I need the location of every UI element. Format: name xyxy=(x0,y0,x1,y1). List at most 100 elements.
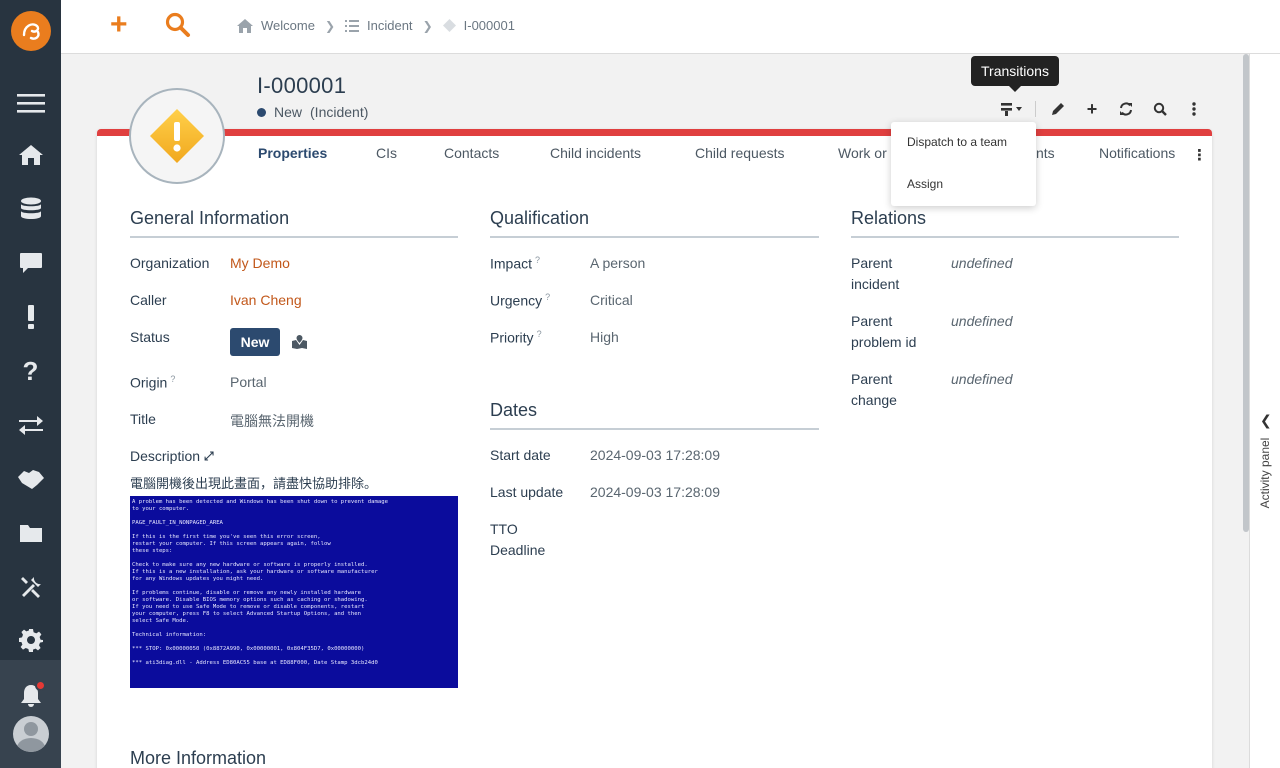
top-bar: + Welcome ❯ Incident ❯ I-000001 xyxy=(61,0,1280,54)
search-button[interactable] xyxy=(1143,98,1177,120)
diamond-icon xyxy=(442,19,456,32)
section-title-relations: Relations xyxy=(851,208,927,228)
section-divider xyxy=(490,236,819,238)
help-icon[interactable]: ? xyxy=(545,292,550,302)
section-divider xyxy=(851,236,1179,238)
tab-notifications[interactable]: Notifications xyxy=(1099,145,1175,161)
search-icon[interactable] xyxy=(165,12,191,43)
alert-icon[interactable] xyxy=(0,297,61,337)
description-text: 電腦開機後出現此畫面，請盡快協助排除。 xyxy=(130,476,378,491)
tab-cis[interactable]: CIs xyxy=(376,145,397,161)
bsod-text: A problem has been detected and Windows … xyxy=(132,499,388,666)
new-object-button[interactable]: + xyxy=(110,10,128,40)
expand-icon[interactable]: ⤢ xyxy=(204,449,214,464)
section-title-qualification: Qualification xyxy=(490,208,590,228)
object-actions: + xyxy=(996,98,1211,120)
tools-icon[interactable] xyxy=(0,567,61,607)
urgency-value: Critical xyxy=(590,292,633,308)
logo-icon[interactable] xyxy=(11,11,51,51)
left-navigation: ? xyxy=(0,0,61,768)
add-button[interactable]: + xyxy=(1075,98,1109,120)
breadcrumb-label: Incident xyxy=(367,18,413,33)
activity-panel-label: Activity panel xyxy=(1258,437,1272,509)
kebab-icon xyxy=(1192,102,1196,116)
notification-dot xyxy=(35,680,46,691)
impact-label: Impact? xyxy=(490,255,541,272)
transfer-icon[interactable] xyxy=(0,405,61,445)
gear-icon[interactable] xyxy=(0,620,61,660)
start-date-value: 2024-09-03 17:28:09 xyxy=(590,447,720,463)
origin-value: Portal xyxy=(230,374,267,390)
transitions-tooltip: Transitions xyxy=(971,56,1059,92)
parent-change-label: Parent change xyxy=(851,371,897,408)
refresh-button[interactable] xyxy=(1109,98,1143,120)
priority-badge xyxy=(129,88,225,184)
edit-button[interactable] xyxy=(1041,98,1075,120)
section-title-dates: Dates xyxy=(490,400,538,420)
caller-link[interactable]: Ivan Cheng xyxy=(230,292,302,308)
organization-label: Organization xyxy=(130,255,210,271)
pencil-icon xyxy=(1052,103,1064,115)
transitions-button[interactable] xyxy=(996,98,1030,120)
breadcrumb-item-current[interactable]: I-000001 xyxy=(442,18,515,33)
warning-icon xyxy=(150,109,204,163)
user-avatar[interactable] xyxy=(13,716,49,752)
status-badge: New xyxy=(230,328,280,356)
priority-label: Priority? xyxy=(490,329,542,346)
menu-item-dispatch[interactable]: Dispatch to a team xyxy=(907,135,1007,149)
home-icon xyxy=(237,18,253,33)
database-icon[interactable] xyxy=(0,189,61,229)
priority-value: High xyxy=(590,329,619,345)
refresh-icon xyxy=(1120,102,1132,116)
home-icon[interactable] xyxy=(0,135,61,175)
more-actions-button[interactable] xyxy=(1177,98,1211,120)
tab-work-orders[interactable]: Work or xyxy=(838,145,887,161)
tab-attachments[interactable]: nts xyxy=(1036,145,1055,161)
menu-icon[interactable] xyxy=(0,83,61,123)
parent-incident-label: Parent incident xyxy=(851,255,900,292)
description-image: A problem has been detected and Windows … xyxy=(130,496,458,688)
tabs-more-icon[interactable]: ⋮ xyxy=(1192,146,1207,164)
chat-icon[interactable] xyxy=(0,243,61,283)
breadcrumb: Welcome ❯ Incident ❯ I-000001 xyxy=(237,18,515,33)
handshake-icon[interactable] xyxy=(0,459,61,499)
tab-properties[interactable]: Properties xyxy=(258,145,327,161)
help-icon[interactable]: ? xyxy=(170,374,175,384)
status-field-label: Status xyxy=(130,329,170,345)
lifecycle-map-icon[interactable] xyxy=(292,335,307,354)
tab-child-incidents[interactable]: Child incidents xyxy=(550,145,641,161)
tto-deadline-label: TTO Deadline xyxy=(490,521,546,558)
help-icon[interactable]: ? xyxy=(0,351,61,391)
help-icon[interactable]: ? xyxy=(537,329,542,339)
impact-value: A person xyxy=(590,255,646,271)
chevron-left-icon[interactable]: ❮ xyxy=(1260,412,1272,429)
breadcrumb-item-welcome[interactable]: Welcome xyxy=(237,18,315,33)
chevron-right-icon: ❯ xyxy=(422,18,433,33)
section-title-general: General Information xyxy=(130,208,290,228)
chevron-right-icon: ❯ xyxy=(324,18,336,33)
breadcrumb-item-incident[interactable]: Incident xyxy=(345,18,413,33)
tab-contacts[interactable]: Contacts xyxy=(444,145,499,161)
help-icon[interactable]: ? xyxy=(535,255,540,265)
page-title: I-000001 xyxy=(257,73,347,98)
start-date-label: Start date xyxy=(490,447,551,463)
organization-link[interactable]: My Demo xyxy=(230,255,290,271)
parent-incident-value: undefined xyxy=(951,255,1013,271)
parent-problem-value: undefined xyxy=(951,313,1013,329)
class-label: (Incident) xyxy=(310,104,369,120)
object-status: New (Incident) xyxy=(257,104,368,120)
parent-change-value: undefined xyxy=(951,371,1013,387)
menu-item-assign[interactable]: Assign xyxy=(907,177,943,191)
bell-icon[interactable] xyxy=(0,676,61,716)
search-icon xyxy=(1153,102,1167,116)
status-label: New xyxy=(274,104,303,120)
divider xyxy=(1035,101,1036,117)
tab-child-requests[interactable]: Child requests xyxy=(695,145,785,161)
section-divider xyxy=(130,236,458,238)
folder-icon[interactable] xyxy=(0,513,61,553)
section-title-more-info: More Information xyxy=(130,748,267,768)
caller-label: Caller xyxy=(130,292,167,308)
origin-label: Origin? xyxy=(130,374,176,391)
activity-panel-toggle[interactable]: ❮ Activity panel xyxy=(1249,54,1280,768)
transitions-menu: Dispatch to a team Assign xyxy=(891,122,1036,206)
